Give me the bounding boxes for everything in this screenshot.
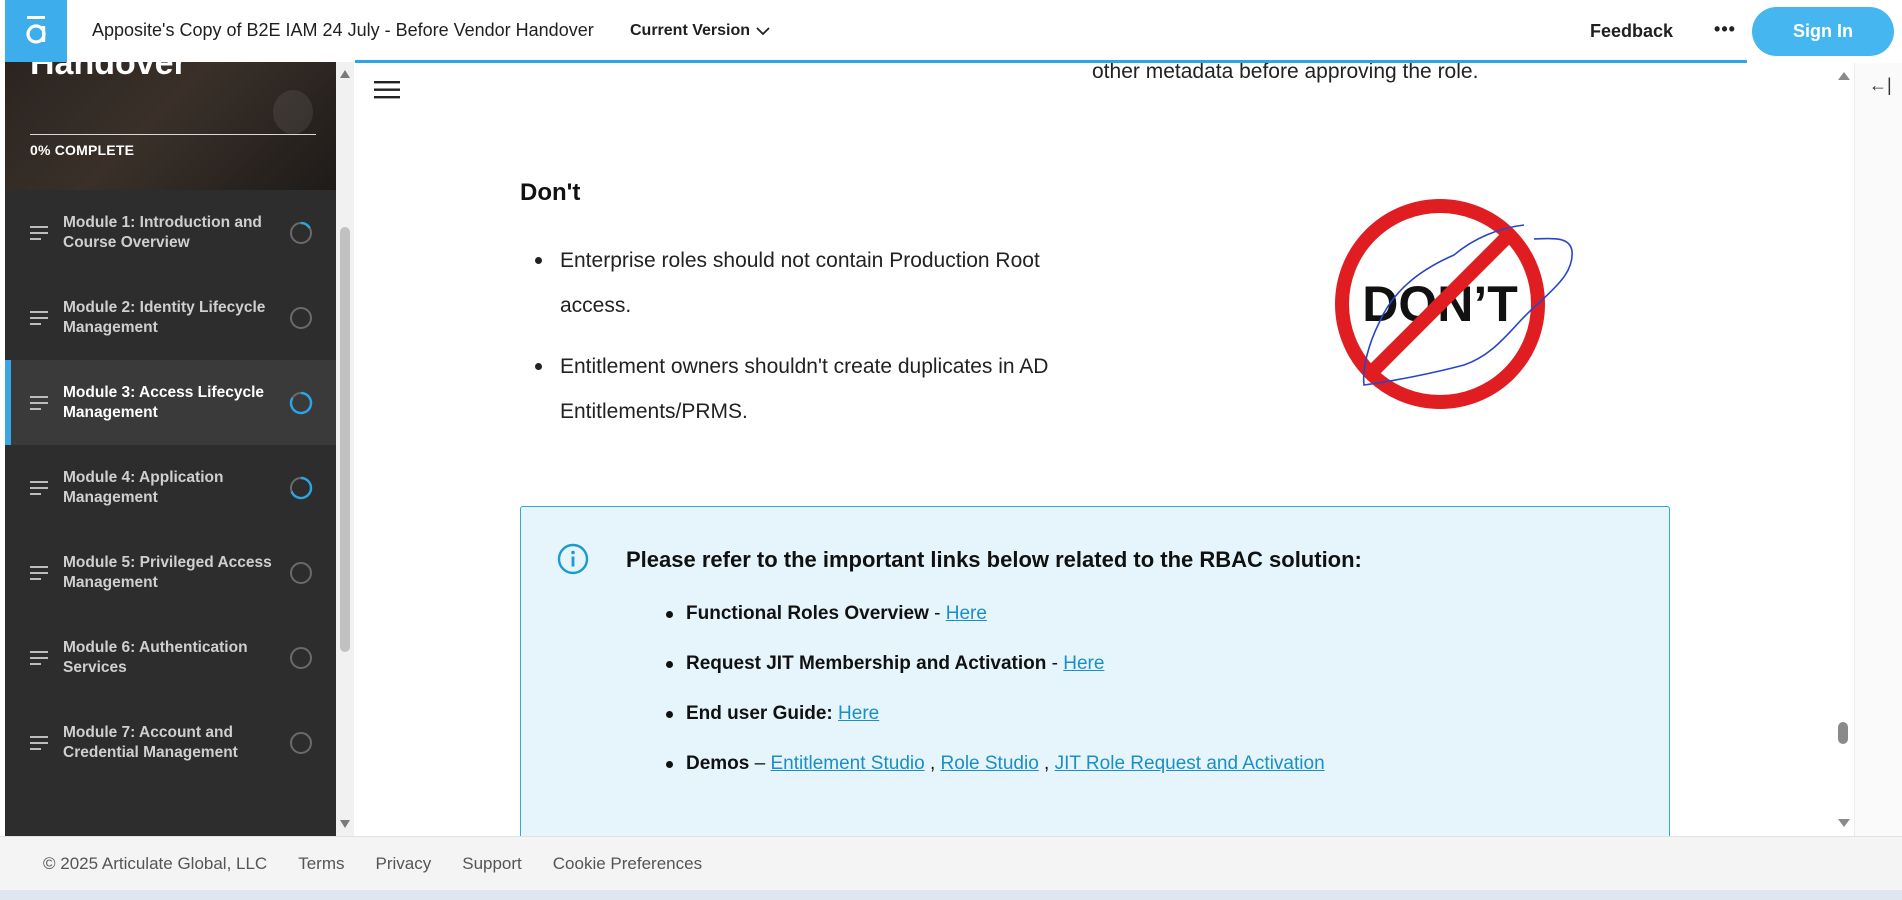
previous-paragraph-text: other metadata before approving the role… xyxy=(1092,63,1479,83)
more-options-button[interactable]: ••• xyxy=(1710,14,1740,44)
demos-label: Demos xyxy=(686,753,750,774)
sidebar-module-6[interactable]: Module 6: Authentication Services xyxy=(5,615,336,700)
module-label: Module 5: Privileged Access Management xyxy=(63,553,272,591)
progress-not-started-icon xyxy=(290,307,312,329)
sidebar-scrollbar[interactable] xyxy=(336,62,354,836)
progress-in-progress-icon xyxy=(290,476,313,500)
list-item: Functional Roles Overview - Here xyxy=(666,602,1325,626)
module-label: Module 1: Introduction and Course Overvi… xyxy=(63,213,262,251)
request-jit-membership-link[interactable]: Here xyxy=(1063,653,1104,674)
right-rail: ←| xyxy=(1854,63,1902,836)
callout-title: Please refer to the important links belo… xyxy=(626,547,1362,572)
progress-not-started-icon xyxy=(290,647,312,669)
scrollbar-thumb[interactable] xyxy=(340,227,350,652)
module-label: Module 3: Access Lifecycle Management xyxy=(63,383,265,421)
content-scrollbar[interactable] xyxy=(1832,63,1854,836)
sidebar-module-1[interactable]: Module 1: Introduction and Course Overvi… xyxy=(5,190,336,275)
version-label: Current Version xyxy=(630,22,751,39)
module-label: Module 6: Authentication Services xyxy=(63,638,248,676)
scroll-up-arrow-icon[interactable] xyxy=(1838,72,1850,80)
articulate-logo[interactable] xyxy=(5,0,67,62)
progress-in-progress-icon xyxy=(290,221,312,244)
progress-in-progress-icon xyxy=(289,391,313,415)
module-label: Module 2: Identity Lifecycle Management xyxy=(63,298,266,336)
lesson-list-icon xyxy=(30,395,48,410)
link-label: Functional Roles Overview xyxy=(686,603,929,624)
version-dropdown[interactable]: Current Version xyxy=(630,22,770,40)
progress-not-started-icon xyxy=(290,562,312,584)
progress-line xyxy=(30,134,316,135)
end-user-guide-link[interactable]: Here xyxy=(838,703,879,724)
lesson-content: other metadata before approving the role… xyxy=(354,63,1854,836)
sidebar-module-3[interactable]: Module 3: Access Lifecycle Management xyxy=(5,360,336,445)
functional-roles-overview-link[interactable]: Here xyxy=(946,603,987,624)
role-studio-link[interactable]: Role Studio xyxy=(941,753,1039,774)
module-label: Module 7: Account and Credential Managem… xyxy=(63,723,238,761)
list-item: End user Guide: Here xyxy=(666,702,1325,726)
articulate-logo-icon xyxy=(26,16,46,44)
info-icon xyxy=(557,543,589,575)
list-item: Request JIT Membership and Activation - … xyxy=(666,652,1325,676)
terms-link[interactable]: Terms xyxy=(298,854,344,874)
lesson-list-icon xyxy=(30,310,48,325)
course-sidebar: Handover 0% COMPLETE Module 1: Introduct… xyxy=(5,62,336,836)
support-link[interactable]: Support xyxy=(462,854,522,874)
course-hero-title: Handover xyxy=(30,62,187,82)
copyright-text: © 2025 Articulate Global, LLC xyxy=(43,853,268,873)
module-list: Module 1: Introduction and Course Overvi… xyxy=(5,190,336,785)
chevron-down-icon xyxy=(756,26,770,35)
scrollbar-thumb[interactable] xyxy=(1838,722,1848,744)
lesson-list-icon xyxy=(30,480,48,495)
document-icon xyxy=(273,90,313,134)
sidebar-module-2[interactable]: Module 2: Identity Lifecycle Management xyxy=(5,275,336,360)
dont-sign-image: DON’T xyxy=(1335,199,1573,409)
resource-links-list: Functional Roles Overview - Here Request… xyxy=(666,602,1325,802)
dont-heading: Don't xyxy=(520,179,581,206)
jit-role-request-link[interactable]: JIT Role Request and Activation xyxy=(1055,753,1325,774)
lesson-list-icon xyxy=(30,565,48,580)
link-label: Request JIT Membership and Activation xyxy=(686,653,1047,674)
sidebar-hero: Handover 0% COMPLETE xyxy=(5,62,336,190)
scroll-down-arrow-icon[interactable] xyxy=(340,820,350,828)
sidebar-module-7[interactable]: Module 7: Account and Credential Managem… xyxy=(5,700,336,785)
progress-not-started-icon xyxy=(290,732,312,754)
list-item: Demos – Entitlement Studio , Role Studio… xyxy=(666,752,1325,776)
privacy-link[interactable]: Privacy xyxy=(376,854,432,874)
sidebar-module-4[interactable]: Module 4: Application Management xyxy=(5,445,336,530)
list-item: Entitlement owners shouldn't create dupl… xyxy=(520,344,1060,434)
os-taskbar xyxy=(0,890,1902,900)
top-header: Apposite's Copy of B2E IAM 24 July - Bef… xyxy=(0,0,1902,63)
scroll-down-arrow-icon[interactable] xyxy=(1838,819,1850,827)
entitlement-studio-link[interactable]: Entitlement Studio xyxy=(770,753,924,774)
link-label: End user Guide: xyxy=(686,703,833,724)
hamburger-menu-icon[interactable] xyxy=(374,80,400,100)
sidebar-module-5[interactable]: Module 5: Privileged Access Management xyxy=(5,530,336,615)
module-label: Module 4: Application Management xyxy=(63,468,224,506)
feedback-button[interactable]: Feedback xyxy=(1590,21,1673,42)
info-callout: Please refer to the important links belo… xyxy=(520,506,1670,836)
lesson-list-icon xyxy=(30,735,48,750)
lesson-list-icon xyxy=(30,225,48,240)
course-title: Apposite's Copy of B2E IAM 24 July - Bef… xyxy=(92,20,594,40)
course-progress-text: 0% COMPLETE xyxy=(30,142,135,158)
page-footer: © 2025 Articulate Global, LLC Terms Priv… xyxy=(0,836,1902,890)
sign-in-button[interactable]: Sign In xyxy=(1752,7,1894,56)
more-icon: ••• xyxy=(1714,18,1736,39)
lesson-list-icon xyxy=(30,650,48,665)
cookie-preferences-link[interactable]: Cookie Preferences xyxy=(553,854,702,874)
scroll-up-arrow-icon[interactable] xyxy=(340,70,350,78)
list-item: Enterprise roles should not contain Prod… xyxy=(520,238,1060,328)
collapse-panel-icon[interactable]: ←| xyxy=(1869,75,1892,96)
dont-list: Enterprise roles should not contain Prod… xyxy=(520,238,1060,450)
